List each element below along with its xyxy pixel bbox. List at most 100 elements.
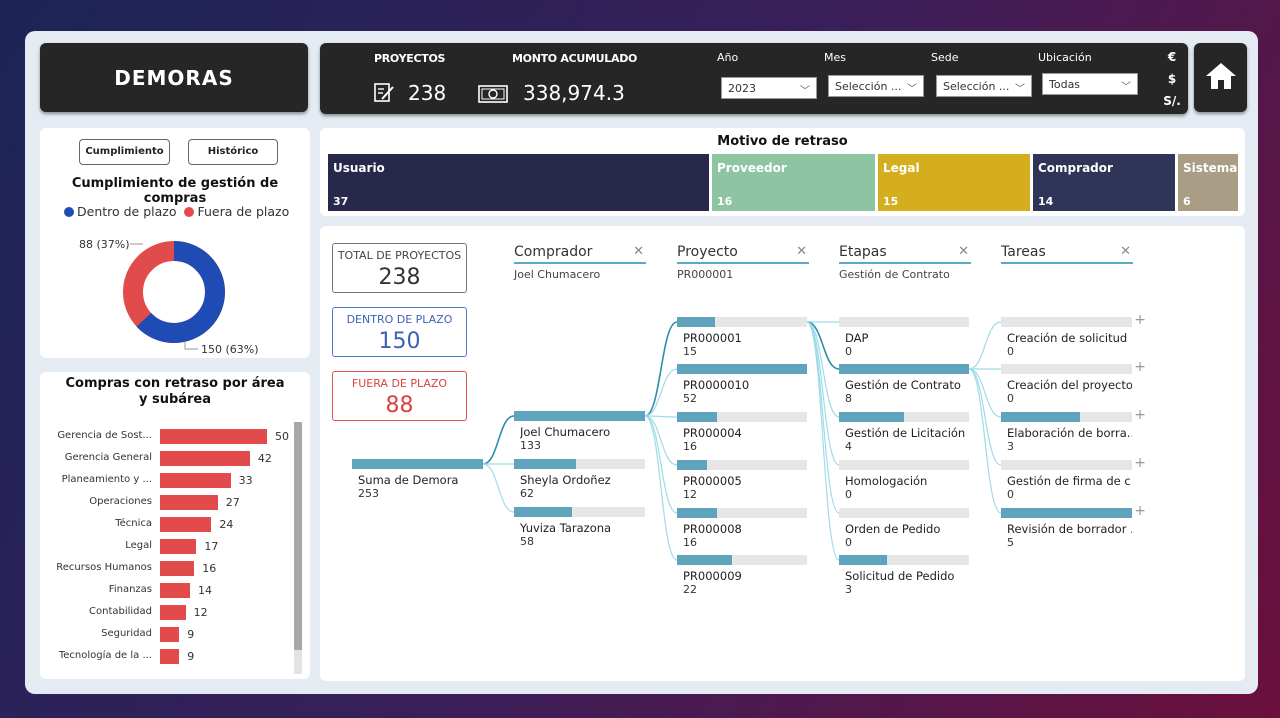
expand-plus-icon[interactable]: +: [1134, 503, 1146, 519]
node-bar-track: [514, 411, 645, 421]
tarea-node[interactable]: Revisión de borrador ... 5 +: [1001, 503, 1146, 549]
node-value: 0: [1007, 392, 1014, 405]
tree-link: [644, 415, 678, 561]
node-value: 0: [845, 345, 852, 358]
node-bar-track: [1001, 508, 1132, 518]
proyecto-node[interactable]: PR000009 22: [677, 555, 807, 596]
tarea-node[interactable]: Creación del proyecto... 0 +: [1001, 359, 1146, 405]
node-value: 58: [520, 535, 534, 548]
node-label: Revisión de borrador ...: [1007, 522, 1132, 536]
node-value: 5: [1007, 536, 1014, 549]
tree-link: [968, 368, 1002, 418]
tree-link: [644, 368, 678, 417]
node-bar-track: [1001, 412, 1132, 422]
node-label: Gestión de Contrato: [845, 378, 961, 392]
node-bar-fill: [677, 364, 807, 374]
tree-link: [644, 321, 678, 417]
etapa-node[interactable]: Orden de Pedido 0: [839, 508, 969, 549]
node-label: Homologación: [845, 474, 928, 488]
node-value: 16: [683, 536, 697, 549]
tree-link: [644, 415, 678, 418]
tree-link: [968, 368, 1002, 466]
tree-link: [482, 463, 515, 513]
proyecto-node[interactable]: PR000004 16: [677, 412, 807, 453]
node-value: 12: [683, 488, 697, 501]
node-bar-track: [839, 460, 969, 470]
node-bar-fill: [839, 412, 904, 422]
node-bar-track: [677, 460, 807, 470]
node-bar-fill: [677, 508, 718, 518]
node-label: PR000005: [683, 474, 742, 488]
expand-plus-icon[interactable]: +: [1134, 312, 1146, 328]
node-bar-track: [677, 555, 807, 565]
node-label: Yuviza Tarazona: [520, 521, 612, 535]
node-label: PR000008: [683, 522, 742, 536]
node-bar-fill: [839, 364, 969, 374]
node-label: Sheyla Ordoñez: [520, 473, 611, 487]
node-value: 52: [683, 392, 697, 405]
etapa-node[interactable]: Gestión de Contrato 8: [839, 364, 969, 405]
proyecto-node[interactable]: PR0000010 52: [677, 364, 807, 405]
node-bar-track: [677, 317, 807, 327]
node-label: Solicitud de Pedido: [845, 569, 955, 583]
node-bar-track: [677, 364, 807, 374]
tarea-node[interactable]: Gestión de firma de c... 0 +: [1001, 455, 1146, 501]
tarea-node[interactable]: Elaboración de borra... 3 +: [1001, 407, 1146, 453]
node-bar-track: [677, 508, 807, 518]
expand-plus-icon[interactable]: +: [1134, 407, 1146, 423]
node-value: 15: [683, 345, 697, 358]
node-label: Joel Chumacero: [520, 425, 611, 439]
node-bar-track: [839, 555, 969, 565]
node-label: Creación de solicitud ...: [1007, 331, 1132, 345]
tarea-node[interactable]: Creación de solicitud ... 0 +: [1001, 312, 1146, 358]
node-bar-fill: [677, 460, 707, 470]
node-value: 3: [1007, 440, 1014, 453]
node-bar-track: [839, 317, 969, 327]
proyecto-node[interactable]: PR000005 12: [677, 460, 807, 501]
node-bar-track: [839, 508, 969, 518]
node-bar-track: [514, 507, 645, 517]
node-bar-fill: [514, 507, 572, 517]
node-value: 16: [683, 440, 697, 453]
expand-plus-icon[interactable]: +: [1134, 455, 1146, 471]
proyecto-node[interactable]: PR000008 16: [677, 508, 807, 549]
expand-plus-icon[interactable]: +: [1134, 359, 1146, 375]
tree-link: [482, 415, 515, 465]
tree-link: [806, 321, 840, 561]
comprador-node[interactable]: Sheyla Ordoñez 62: [514, 459, 645, 500]
node-bar-track: [1001, 460, 1132, 470]
tree-link: [644, 415, 678, 514]
tree-link: [806, 321, 840, 514]
etapa-node[interactable]: Solicitud de Pedido 3: [839, 555, 969, 596]
node-value: 0: [1007, 345, 1014, 358]
node-label: PR000004: [683, 426, 742, 440]
node-label: PR000009: [683, 569, 742, 583]
node-bar-fill: [839, 555, 888, 565]
comprador-node[interactable]: Yuviza Tarazona 58: [514, 507, 645, 548]
node-bar-fill: [677, 412, 718, 422]
tree-link: [968, 368, 1002, 514]
node-bar-fill: [514, 411, 645, 421]
node-bar-track: [1001, 317, 1132, 327]
node-bar-track: [352, 459, 483, 469]
node-bar-track: [677, 412, 807, 422]
etapa-node[interactable]: Homologación 0: [839, 460, 969, 501]
tree-link: [644, 415, 678, 466]
comprador-node[interactable]: Joel Chumacero 133: [514, 411, 645, 452]
etapa-node[interactable]: Gestión de Licitación 4: [839, 412, 969, 453]
node-value: 0: [845, 536, 852, 549]
node-label: DAP: [845, 331, 869, 345]
node-bar-fill: [1001, 508, 1132, 518]
node-bar-fill: [514, 459, 576, 469]
proyecto-node[interactable]: PR000001 15: [677, 317, 807, 358]
node-bar-track: [1001, 364, 1132, 374]
tree-link: [968, 321, 1002, 370]
etapa-node[interactable]: DAP 0: [839, 317, 969, 358]
tree-root-node[interactable]: Suma de Demora 253: [352, 459, 483, 500]
node-value: 3: [845, 583, 852, 596]
node-value: 4: [845, 440, 852, 453]
node-bar-track: [514, 459, 645, 469]
node-label: Elaboración de borra...: [1007, 426, 1132, 440]
node-label: Gestión de firma de c...: [1007, 474, 1132, 488]
node-value: 22: [683, 583, 697, 596]
